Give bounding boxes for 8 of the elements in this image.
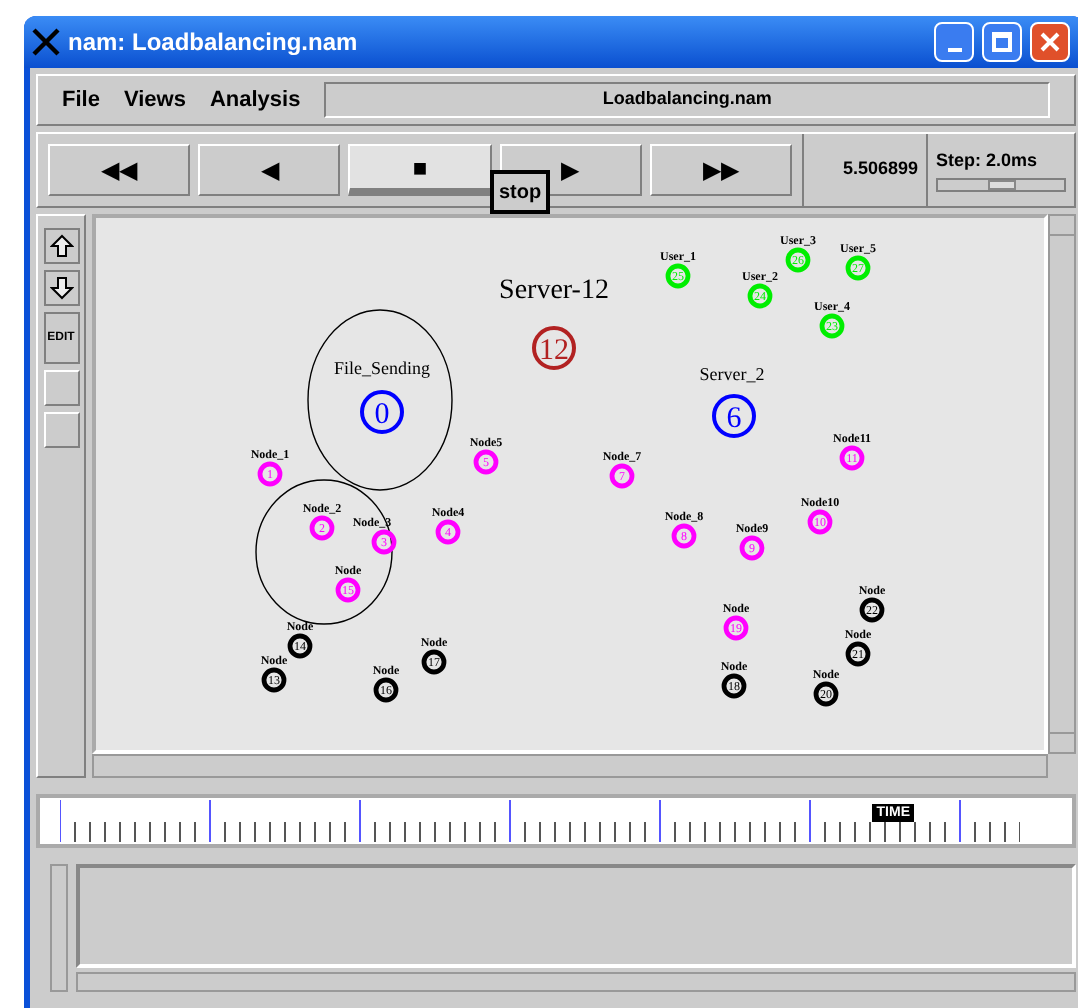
node-title: Server_2 xyxy=(699,364,765,384)
stop-tooltip: stop xyxy=(490,170,550,214)
file-name-field: Loadbalancing.nam xyxy=(324,82,1050,118)
node-title: File_Sending xyxy=(334,358,430,378)
step-label: Step: 2.0ms xyxy=(936,147,1040,174)
window-title: nam: Loadbalancing.nam xyxy=(68,26,358,60)
node-title: Server-12 xyxy=(499,276,609,306)
time-display: 5.506899 xyxy=(802,134,926,206)
